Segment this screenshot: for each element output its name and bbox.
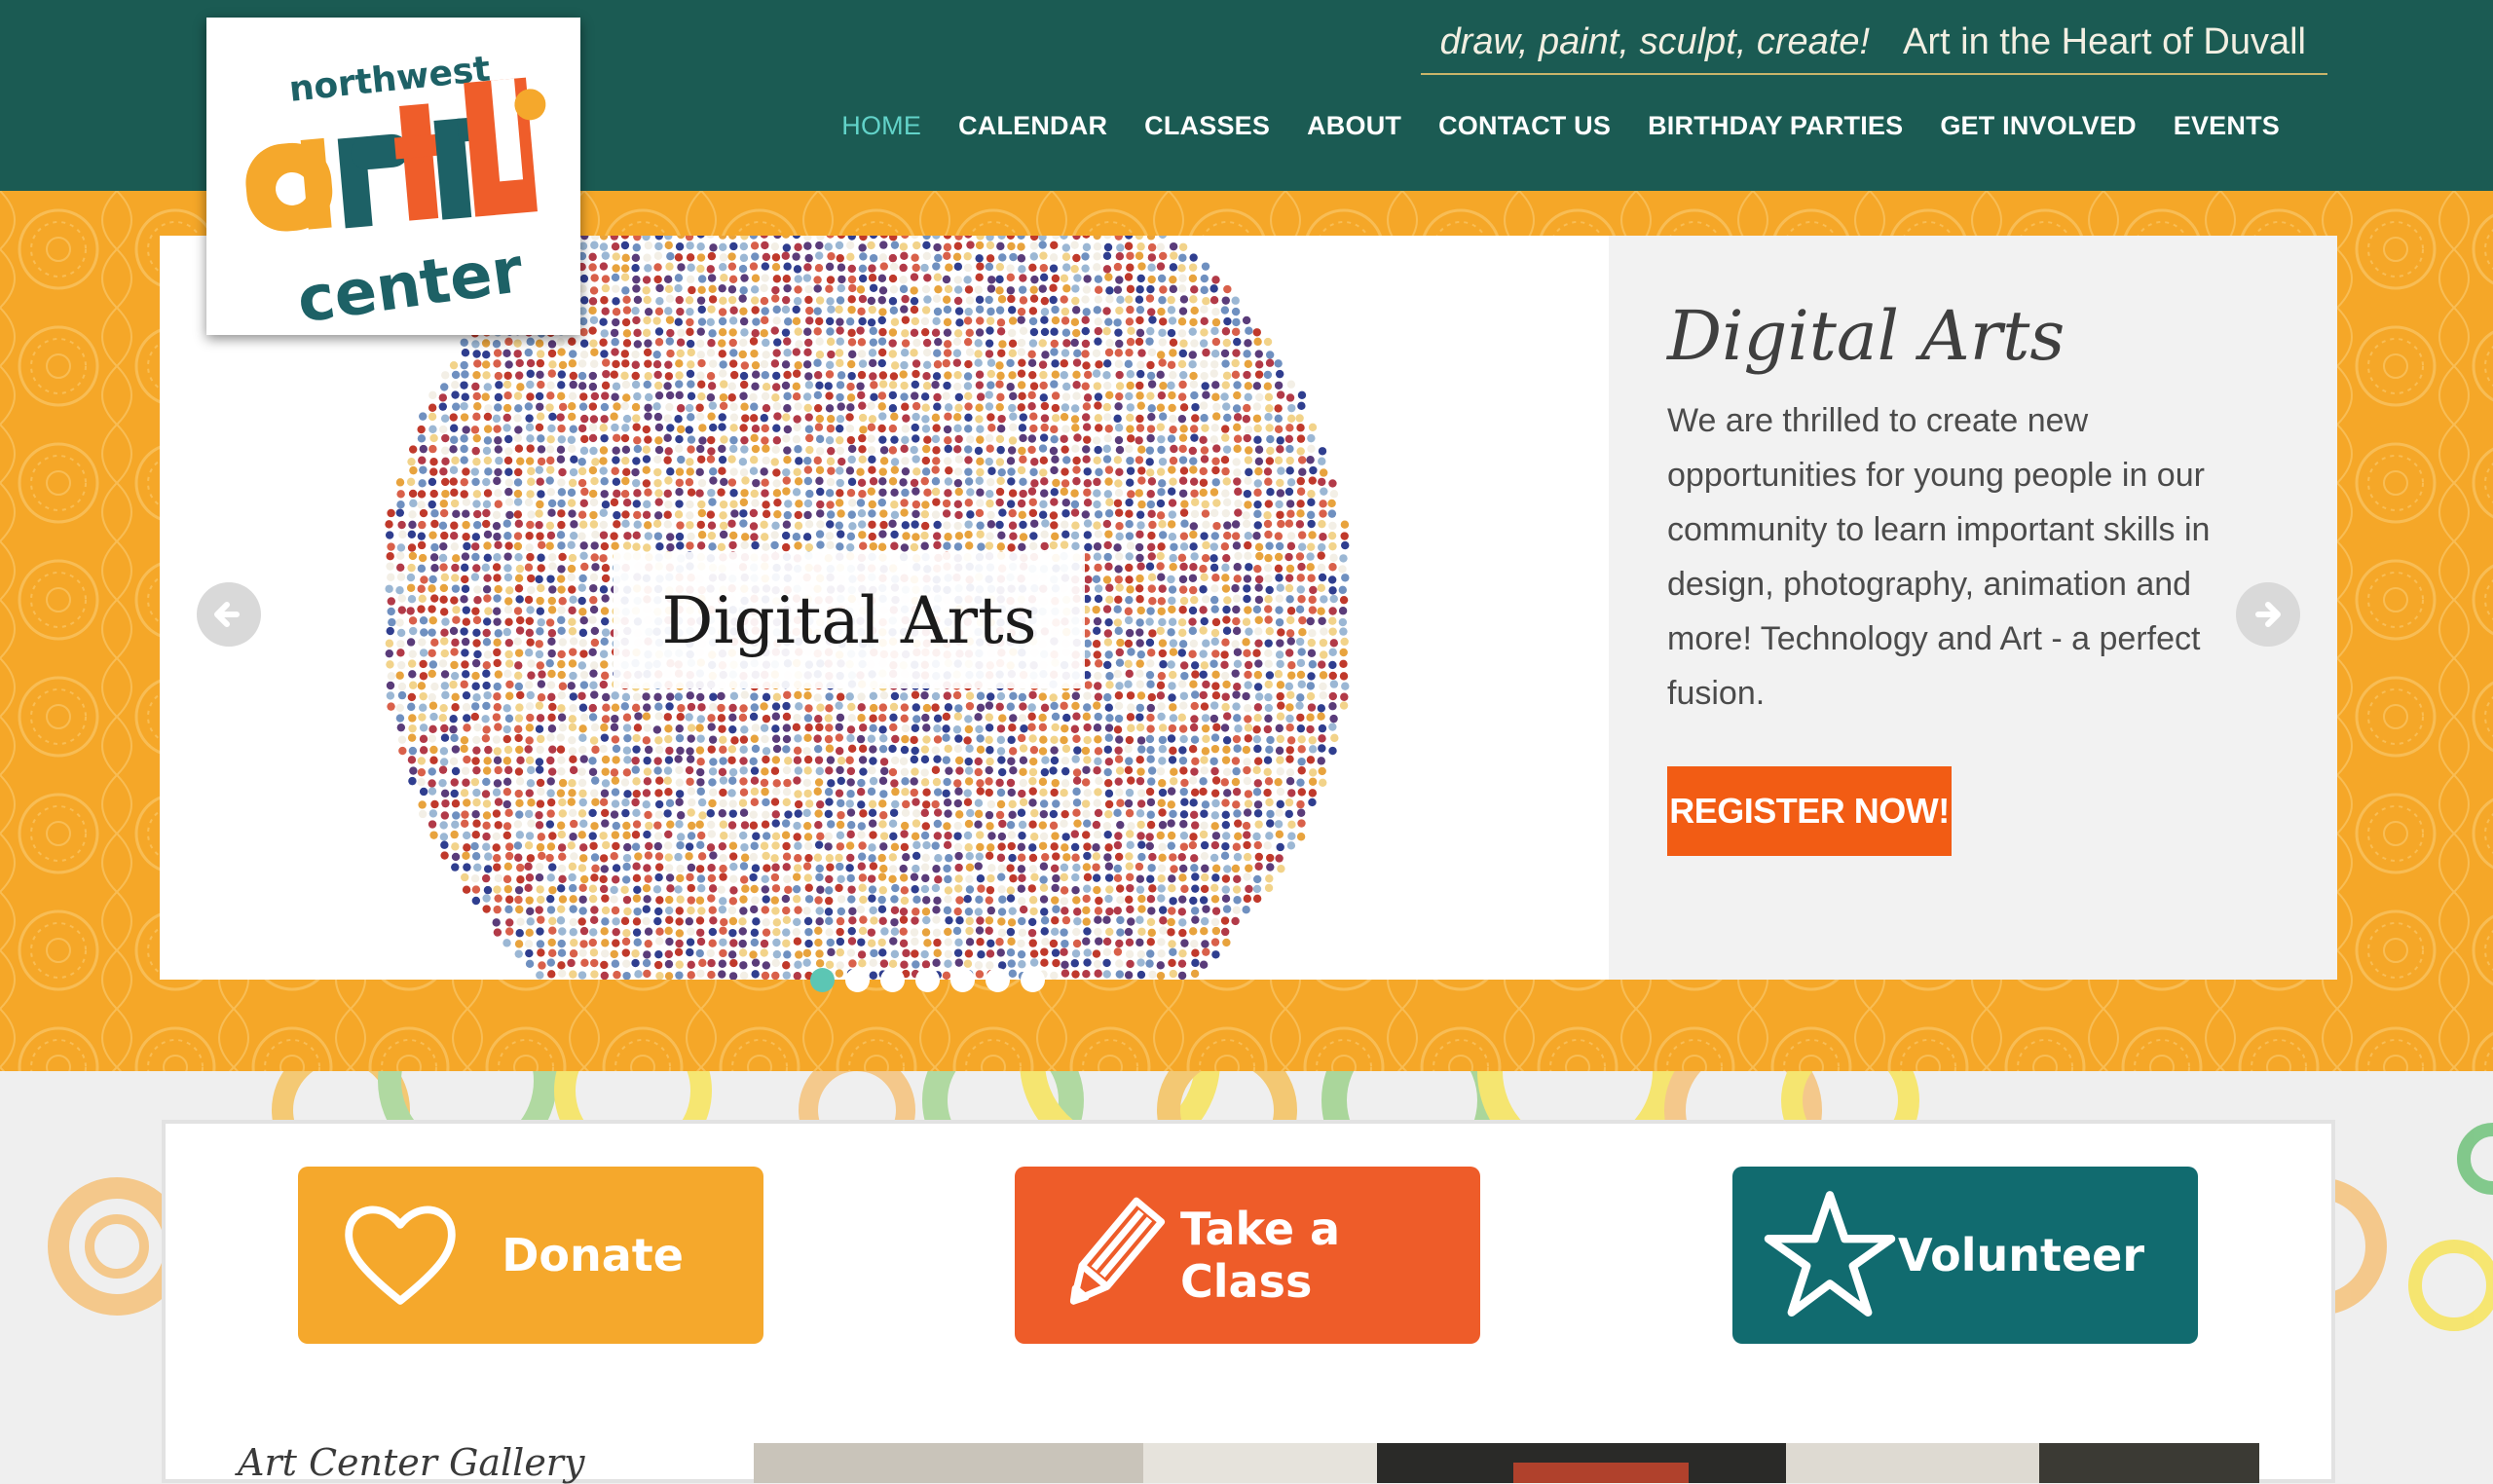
nav-get-involved[interactable]: GET INVOLVED <box>1921 105 2154 147</box>
heart-icon <box>327 1182 473 1328</box>
slide-title: Digital Arts <box>1667 296 2065 376</box>
slide-description: We are thrilled to create new opportunit… <box>1667 393 2261 721</box>
slider-dot[interactable] <box>1021 968 1045 992</box>
nav-home[interactable]: HOME <box>823 105 940 147</box>
logo-graphic: northwest art center <box>206 18 580 335</box>
slide-image: Digital Arts <box>160 236 1609 980</box>
gallery-image[interactable] <box>754 1443 2259 1483</box>
slider-dot[interactable] <box>950 968 975 992</box>
pencil-icon <box>1044 1182 1180 1328</box>
slider-pagination <box>810 968 1045 992</box>
slide-text-panel: Digital Arts We are thrilled to create n… <box>1609 236 2337 980</box>
slider-dot[interactable] <box>810 968 835 992</box>
tagline: draw, paint, sculpt, create! Art in the H… <box>1421 21 2327 75</box>
take-a-class-label: Take a Class <box>1180 1203 1451 1308</box>
logo-art-letters: art <box>239 76 556 253</box>
star-icon <box>1762 1182 1898 1328</box>
main-nav: HOME CALENDAR CLASSES ABOUT CONTACT US B… <box>823 105 2298 147</box>
nav-contact-us[interactable]: CONTACT US <box>1420 105 1629 147</box>
volunteer-button[interactable]: Volunteer <box>1732 1167 2198 1344</box>
nav-birthday-parties[interactable]: BIRTHDAY PARTIES <box>1629 105 1921 147</box>
hero-slide: Digital Arts Digital Arts We are thrille… <box>160 236 2337 980</box>
nav-about[interactable]: ABOUT <box>1288 105 1420 147</box>
arrow-right-icon <box>2247 593 2289 636</box>
slider-dot[interactable] <box>845 968 870 992</box>
nav-classes[interactable]: CLASSES <box>1126 105 1288 147</box>
logo-text-center: center <box>293 235 528 335</box>
site-logo[interactable]: northwest art center <box>206 18 580 335</box>
tagline-italic: draw, paint, sculpt, create! <box>1440 21 1870 62</box>
slide-image-caption-box: Digital Arts <box>614 552 1085 688</box>
gallery-title: Art Center Gallery <box>238 1441 584 1484</box>
donate-label: Donate <box>502 1229 684 1281</box>
nav-calendar[interactable]: CALENDAR <box>940 105 1126 147</box>
take-a-class-button[interactable]: Take a Class <box>1015 1167 1480 1344</box>
slider-dot[interactable] <box>880 968 905 992</box>
donate-button[interactable]: Donate <box>298 1167 763 1344</box>
nav-events[interactable]: EVENTS <box>2155 105 2298 147</box>
slide-image-caption: Digital Arts <box>662 583 1037 658</box>
slider-dot[interactable] <box>986 968 1010 992</box>
register-now-button[interactable]: REGISTER NOW! <box>1667 766 1952 856</box>
logo-text-northwest: northwest <box>287 49 492 109</box>
tagline-main: Art in the Heart of Duvall <box>1903 21 2306 62</box>
slider-dot[interactable] <box>915 968 940 992</box>
arrow-left-icon <box>207 593 250 636</box>
logo-text-art: art <box>299 237 316 248</box>
volunteer-label: Volunteer <box>1898 1229 2144 1281</box>
slider-prev-button[interactable] <box>197 582 261 647</box>
slider-next-button[interactable] <box>2236 582 2300 647</box>
